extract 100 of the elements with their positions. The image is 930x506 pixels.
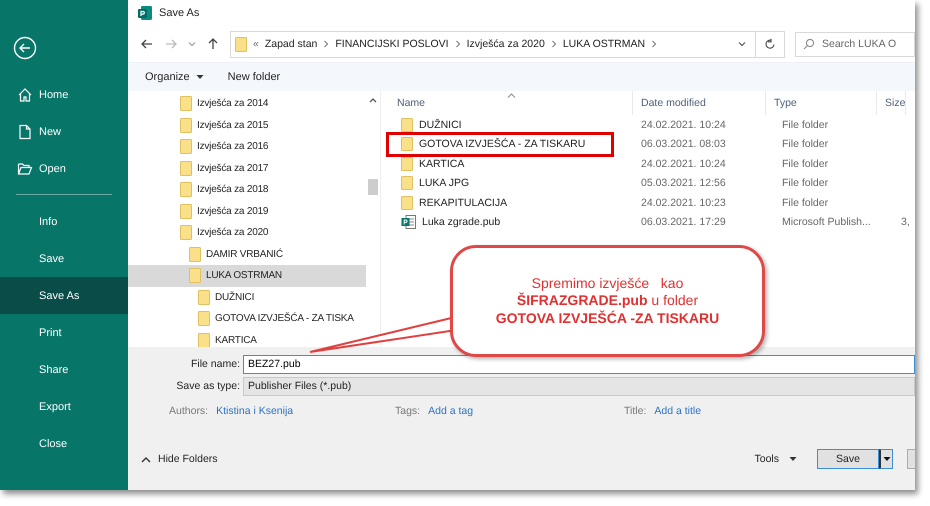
new-folder-button[interactable]: New folder bbox=[228, 71, 280, 83]
breadcrumb[interactable]: Zapad stan bbox=[264, 38, 318, 50]
date-cell-text: 24.02.2021. 10:24 bbox=[640, 158, 727, 170]
folder-icon bbox=[401, 176, 413, 190]
date-cell-text: 24.02.2021. 10:24 bbox=[640, 118, 727, 131]
backstage-item[interactable]: Open bbox=[0, 150, 128, 187]
backstage-item[interactable]: Home bbox=[0, 76, 128, 113]
tree-item[interactable]: Izvješća za 2016 bbox=[128, 136, 366, 158]
size-cell-text: 3, bbox=[900, 216, 910, 228]
scrollbar-thumb[interactable] bbox=[368, 179, 378, 195]
column-header[interactable]: Name bbox=[389, 91, 633, 115]
folder-icon bbox=[17, 160, 33, 176]
save-button[interactable]: Save bbox=[817, 449, 879, 469]
overflow-chevrons[interactable]: « bbox=[253, 38, 259, 50]
breadcrumb[interactable]: LUKA OSTRMAN bbox=[562, 38, 646, 50]
folder-icon bbox=[235, 36, 247, 52]
search-field[interactable]: Search LUKA O bbox=[795, 32, 915, 56]
tree-item[interactable]: Izvješća za 2020 bbox=[128, 222, 366, 244]
tree-item[interactable]: Izvješća za 2019 bbox=[128, 200, 366, 222]
back-arrow-icon[interactable] bbox=[140, 37, 154, 51]
type-cell-text: File folder bbox=[781, 118, 830, 131]
field-label: File name: bbox=[190, 358, 241, 370]
file-name[interactable]: DUŽNICI bbox=[389, 115, 633, 134]
tree-item[interactable]: DAMIR VRBANIĆ bbox=[128, 244, 366, 265]
meta-link[interactable]: Add a tag bbox=[428, 405, 474, 417]
save-type-dropdown[interactable]: Publisher Files (*.pub) bbox=[243, 376, 915, 396]
folder-icon bbox=[180, 182, 192, 198]
folder-icon bbox=[401, 118, 413, 132]
type-cell-text: File folder bbox=[781, 196, 830, 209]
home-icon bbox=[17, 86, 33, 102]
folder-icon bbox=[180, 118, 192, 133]
backstage-item[interactable]: New bbox=[0, 113, 128, 150]
meta-link[interactable]: Add a title bbox=[654, 405, 702, 417]
file-name[interactable]: Luka zgrade.pub bbox=[389, 212, 633, 232]
file-name[interactable]: REKAPITULACIJA bbox=[389, 193, 633, 212]
refresh-button[interactable] bbox=[756, 30, 785, 58]
column-header[interactable]: Date modified bbox=[633, 91, 766, 115]
folder-icon bbox=[180, 139, 192, 154]
caret-icon bbox=[196, 74, 204, 80]
breadcrumb[interactable]: Izvješća za 2020 bbox=[466, 38, 545, 50]
backstage-item[interactable]: Save As bbox=[0, 277, 128, 314]
chevron-down-icon[interactable] bbox=[737, 40, 747, 48]
chevron-right-icon[interactable] bbox=[651, 40, 658, 48]
tree-item[interactable]: GOTOVA IZVJEŠĆA - ZA TISKA bbox=[128, 308, 366, 330]
date-cell-text: 06.03.2021. 17:29 bbox=[640, 216, 727, 228]
type-cell-text: File folder bbox=[781, 177, 830, 190]
publication-file-icon bbox=[401, 215, 416, 230]
hide-folders-button[interactable]: Hide Folders bbox=[141, 453, 218, 465]
date-cell-text: 24.02.2021. 10:23 bbox=[640, 196, 727, 209]
tree-item[interactable]: Izvješća za 2017 bbox=[128, 158, 366, 179]
type-cell-text: Microsoft Publish... bbox=[781, 216, 872, 228]
callout-text: Spremimo izvješće kao ŠIFRAZGRADE.pub u folder GOTOVA IZVJEŠĆA -ZA TISKARU bbox=[496, 274, 720, 328]
type-cell-text: File folder bbox=[781, 158, 830, 170]
date-cell-text: 05.03.2021. 12:56 bbox=[640, 177, 727, 190]
file-name[interactable]: GOTOVA IZVJEŠĆA - ZA TISKARU bbox=[389, 134, 611, 154]
folder-icon bbox=[189, 268, 201, 284]
scroll-up-icon[interactable] bbox=[369, 97, 377, 103]
search-icon bbox=[803, 38, 815, 50]
backstage-item[interactable]: Close bbox=[0, 425, 128, 462]
backstage-item[interactable]: Share bbox=[0, 351, 128, 388]
chevron-right-icon[interactable] bbox=[454, 40, 461, 48]
folder-icon bbox=[198, 311, 210, 326]
tools-menu[interactable]: Tools bbox=[754, 453, 779, 465]
folder-icon bbox=[180, 225, 192, 240]
tree-item[interactable]: LUKA OSTRMAN bbox=[128, 265, 366, 286]
backstage-item[interactable]: Save bbox=[0, 240, 128, 277]
column-header[interactable]: Size bbox=[877, 91, 906, 115]
chevron-right-icon[interactable] bbox=[323, 40, 330, 48]
address-bar[interactable]: « Zapad stan FINANCIJSKI POSLOVI Izvješća za 2020 LUKA OSTRMAN bbox=[230, 30, 756, 58]
tree-item[interactable]: KARTICA bbox=[128, 330, 366, 347]
meta-label: Title: bbox=[624, 405, 646, 417]
folder-icon bbox=[401, 156, 413, 171]
save-options-button[interactable] bbox=[879, 449, 893, 469]
organize-menu[interactable]: Organize bbox=[145, 71, 190, 83]
backstage-item[interactable]: Print bbox=[0, 314, 128, 351]
caret-icon bbox=[882, 456, 890, 462]
refresh-icon bbox=[764, 38, 776, 50]
tree-item[interactable]: Izvješća za 2015 bbox=[128, 114, 366, 136]
folder-icon bbox=[180, 160, 192, 176]
tree-item[interactable]: DUŽNICI bbox=[128, 286, 366, 308]
meta-label: Tags: bbox=[395, 405, 420, 417]
tree-item[interactable]: Izvješća za 2014 bbox=[128, 93, 366, 114]
column-header[interactable]: Type bbox=[766, 91, 877, 115]
backstage-item[interactable]: Export bbox=[0, 388, 128, 425]
file-name-field[interactable]: BEZ27.pub bbox=[243, 354, 915, 374]
tree-item[interactable]: Izvješća za 2018 bbox=[128, 179, 366, 200]
folder-icon bbox=[401, 196, 413, 210]
chevron-up-icon bbox=[141, 456, 151, 462]
meta-label: Authors: bbox=[169, 405, 208, 417]
file-name[interactable]: KARTICA bbox=[389, 154, 633, 174]
date-cell-text: 06.03.2021. 08:03 bbox=[640, 138, 727, 150]
up-arrow-icon[interactable] bbox=[206, 37, 220, 51]
breadcrumb[interactable]: FINANCIJSKI POSLOVI bbox=[335, 38, 449, 50]
backstage-item[interactable]: Info bbox=[0, 203, 128, 240]
chevron-right-icon[interactable] bbox=[550, 40, 557, 48]
type-cell-text: File folder bbox=[781, 138, 830, 150]
file-name[interactable]: LUKA JPG bbox=[389, 174, 633, 193]
meta-link[interactable]: Ktistina i Ksenija bbox=[216, 405, 294, 417]
back-icon[interactable] bbox=[13, 36, 37, 60]
folder-icon bbox=[198, 332, 210, 347]
